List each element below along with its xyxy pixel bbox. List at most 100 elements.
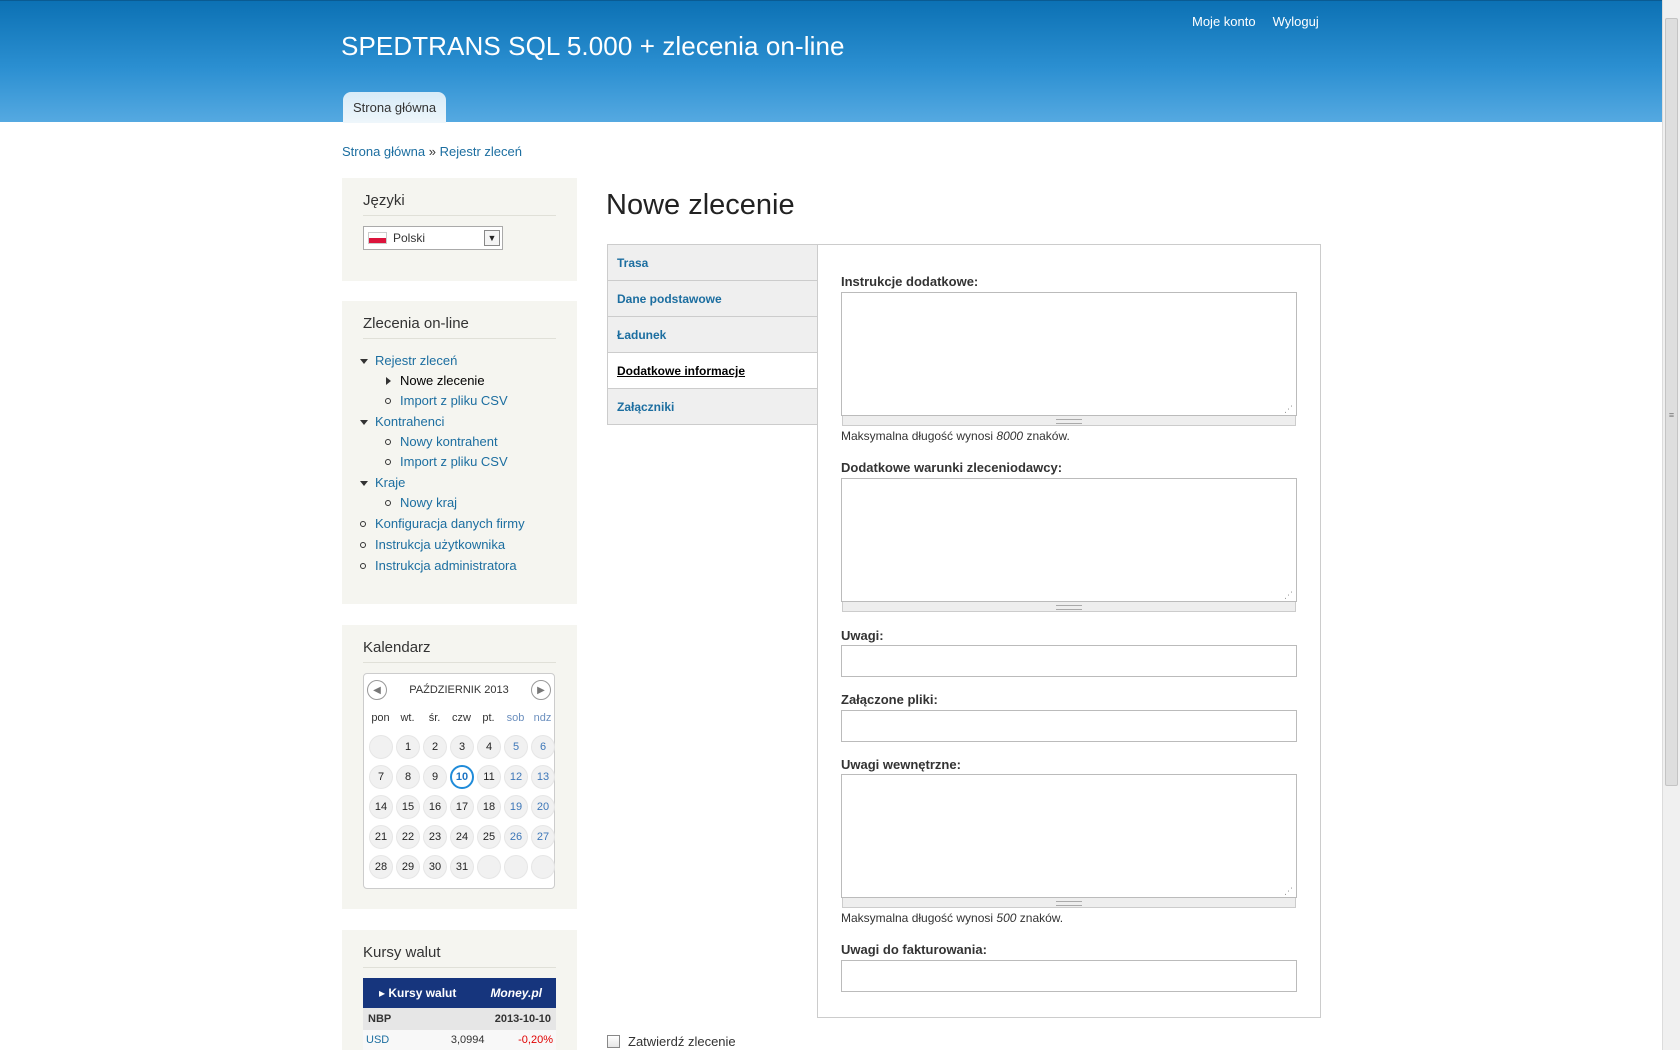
remarks-input[interactable] [841,645,1297,677]
menu-link-import-csv-contractors[interactable]: Import z pliku CSV [400,454,508,469]
tab-additional-info[interactable]: Dodatkowe informacje [608,353,818,389]
secondary-menu: Moje konto Wyloguj [1192,14,1319,29]
tab-home[interactable]: Strona główna [343,92,447,123]
calendar-day[interactable]: 26 [504,825,528,849]
instructions-textarea[interactable]: ⋰ [841,292,1297,426]
calendar-day[interactable]: 5 [504,735,528,759]
calendar-day[interactable]: 25 [477,825,501,849]
menu-item-import-csv-contractors: Import z pliku CSV [385,452,556,472]
calendar-day[interactable]: 19 [504,795,528,819]
tab-route[interactable]: Trasa [608,245,818,281]
calendar-day[interactable]: 13 [531,765,555,789]
orders-block: Zlecenia on-line Rejestr zleceń Nowe zle… [342,301,577,604]
logout-link[interactable]: Wyloguj [1273,14,1319,29]
menu-item-user-manual: Instrukcja użytkownika [360,535,556,555]
calendar-day[interactable]: 14 [369,795,393,819]
weekday-sun: ndz [533,712,552,724]
menu-link-contractors[interactable]: Kontrahenci [375,414,444,429]
calendar-day[interactable]: 17 [450,795,474,819]
language-select[interactable]: Polski ▼ [363,226,503,250]
conditions-textarea[interactable]: ⋰ [841,478,1297,612]
calendar-day[interactable]: 24 [450,825,474,849]
calendar-day[interactable]: 29 [396,855,420,879]
confirm-order-checkbox-row[interactable]: Zatwierdź zlecenie [607,1034,736,1049]
menu-link-new-contractor[interactable]: Nowy kontrahent [400,434,498,449]
weekday-mon: pon [371,712,390,724]
calendar-day[interactable]: 9 [423,765,447,789]
textarea-grippie[interactable] [842,602,1296,612]
menu-link-new-order[interactable]: Nowe zlecenie [400,373,485,388]
vertical-tabs: Trasa Dane podstawowe Ładunek Dodatkowe … [607,244,1321,1018]
language-selected: Polski [393,231,426,245]
calendar-day[interactable]: 31 [450,855,474,879]
breadcrumb-home[interactable]: Strona główna [342,144,425,159]
menu-link-orders-register[interactable]: Rejestr zleceń [375,353,457,368]
calendar-day[interactable]: 28 [369,855,393,879]
instructions-max-length: 8000 [996,429,1024,443]
resize-handle-icon[interactable]: ⋰ [1284,887,1293,896]
site-name[interactable]: SPEDTRANS SQL 5.000 + zlecenia on-line [341,31,845,62]
my-account-link[interactable]: Moje konto [1192,14,1256,29]
calendar-day[interactable]: 1 [396,735,420,759]
breadcrumb-separator: » [428,144,436,159]
calendar-day-empty [531,855,555,879]
internal-remarks-textarea[interactable]: ⋰ [841,774,1297,908]
calendar-day[interactable]: 7 [369,765,393,789]
calendar-day[interactable]: 23 [423,825,447,849]
attached-files-label: Załączone pliki: [841,692,938,707]
calendar-day[interactable]: 15 [396,795,420,819]
calendar-day[interactable]: 30 [423,855,447,879]
menu-item-new-contractor: Nowy kontrahent [385,432,556,452]
chevron-down-icon[interactable]: ▼ [484,230,500,246]
calendar-day[interactable]: 20 [531,795,555,819]
menu-link-new-country[interactable]: Nowy kraj [400,495,457,510]
confirm-order-checkbox[interactable] [607,1035,620,1048]
currency-source-row: NBP 2013-10-10 [363,1008,556,1030]
site-header: SPEDTRANS SQL 5.000 + zlecenia on-line M… [0,0,1662,123]
calendar-grid: pon wt. śr. czw pt. sob ndz 1 2 3 4 5 6 … [367,708,555,882]
calendar-day[interactable]: 6 [531,735,555,759]
resize-handle-icon[interactable]: ⋰ [1284,591,1293,600]
resize-handle-icon[interactable]: ⋰ [1284,405,1293,414]
vertical-scrollbar[interactable]: ≡ [1662,0,1680,1050]
attached-files-input[interactable] [841,710,1297,742]
menu-link-company-config[interactable]: Konfiguracja danych firmy [375,516,525,531]
breadcrumb-orders-register[interactable]: Rejestr zleceń [440,144,522,159]
calendar-day[interactable]: 3 [450,735,474,759]
currency-block: Kursy walut ▸ Kursy walut Money.pl NBP 2… [342,930,577,1050]
calendar-day-empty [504,855,528,879]
calendar-day[interactable]: 18 [477,795,501,819]
calendar-day[interactable]: 4 [477,735,501,759]
instructions-description: Maksymalna długość wynosi 8000 znaków. [841,429,1070,443]
calendar-day[interactable]: 12 [504,765,528,789]
money-pl-logo[interactable]: Money.pl [490,986,542,1000]
calendar-day[interactable]: 27 [531,825,555,849]
menu-link-user-manual[interactable]: Instrukcja użytkownika [375,537,505,552]
calendar-day[interactable]: 21 [369,825,393,849]
calendar-day[interactable]: 22 [396,825,420,849]
prev-month-icon[interactable]: ◀ [367,680,387,700]
menu-link-admin-manual[interactable]: Instrukcja administratora [375,558,517,573]
calendar-day[interactable]: 8 [396,765,420,789]
vertical-tabs-list: Trasa Dane podstawowe Ładunek Dodatkowe … [607,244,818,425]
calendar-day-today[interactable]: 10 [450,765,474,789]
calendar-day[interactable]: 2 [423,735,447,759]
currency-source: NBP [368,1013,392,1025]
menu-item-countries: Kraje Nowy kraj [360,473,556,513]
tab-basic-data[interactable]: Dane podstawowe [608,281,818,317]
textarea-grippie[interactable] [842,416,1296,426]
calendar-month: PAŹDZIERNIK 2013 [409,684,509,696]
internal-remarks-label: Uwagi wewnętrzne: [841,757,961,772]
calendar-day[interactable]: 16 [423,795,447,819]
calendar-day[interactable]: 11 [477,765,501,789]
invoicing-remarks-input[interactable] [841,960,1297,992]
textarea-grippie[interactable] [842,898,1296,908]
scroll-thumb[interactable]: ≡ [1665,18,1678,786]
menu-link-countries[interactable]: Kraje [375,475,405,490]
weekday-thu: czw [452,712,471,724]
next-month-icon[interactable]: ▶ [530,680,551,700]
currency-code[interactable]: USD [366,1034,426,1046]
tab-attachments[interactable]: Załączniki [608,389,818,425]
tab-cargo[interactable]: Ładunek [608,317,818,353]
menu-link-import-csv-orders[interactable]: Import z pliku CSV [400,393,508,408]
